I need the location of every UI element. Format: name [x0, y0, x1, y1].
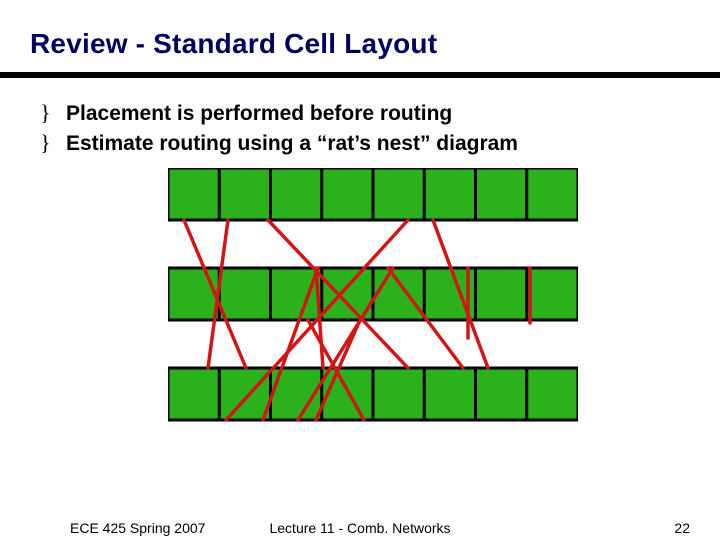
bullet-text: Estimate routing using a “rat’s nest” di… — [66, 132, 518, 156]
slide: Review - Standard Cell Layout } Placemen… — [0, 0, 720, 540]
footer-page: 22 — [674, 520, 690, 536]
bullet-text: Placement is performed before routing — [66, 102, 452, 126]
page-title: Review - Standard Cell Layout — [30, 28, 437, 60]
bullet-glyph: } — [40, 100, 66, 126]
list-item: } Placement is performed before routing — [40, 100, 680, 126]
ratsnest-diagram — [168, 168, 578, 458]
list-item: } Estimate routing using a “rat’s nest” … — [40, 130, 680, 156]
footer-center: Lecture 11 - Comb. Networks — [0, 520, 720, 536]
bullet-glyph: } — [40, 130, 66, 156]
bullet-list: } Placement is performed before routing … — [40, 100, 680, 160]
title-underline — [0, 72, 720, 78]
